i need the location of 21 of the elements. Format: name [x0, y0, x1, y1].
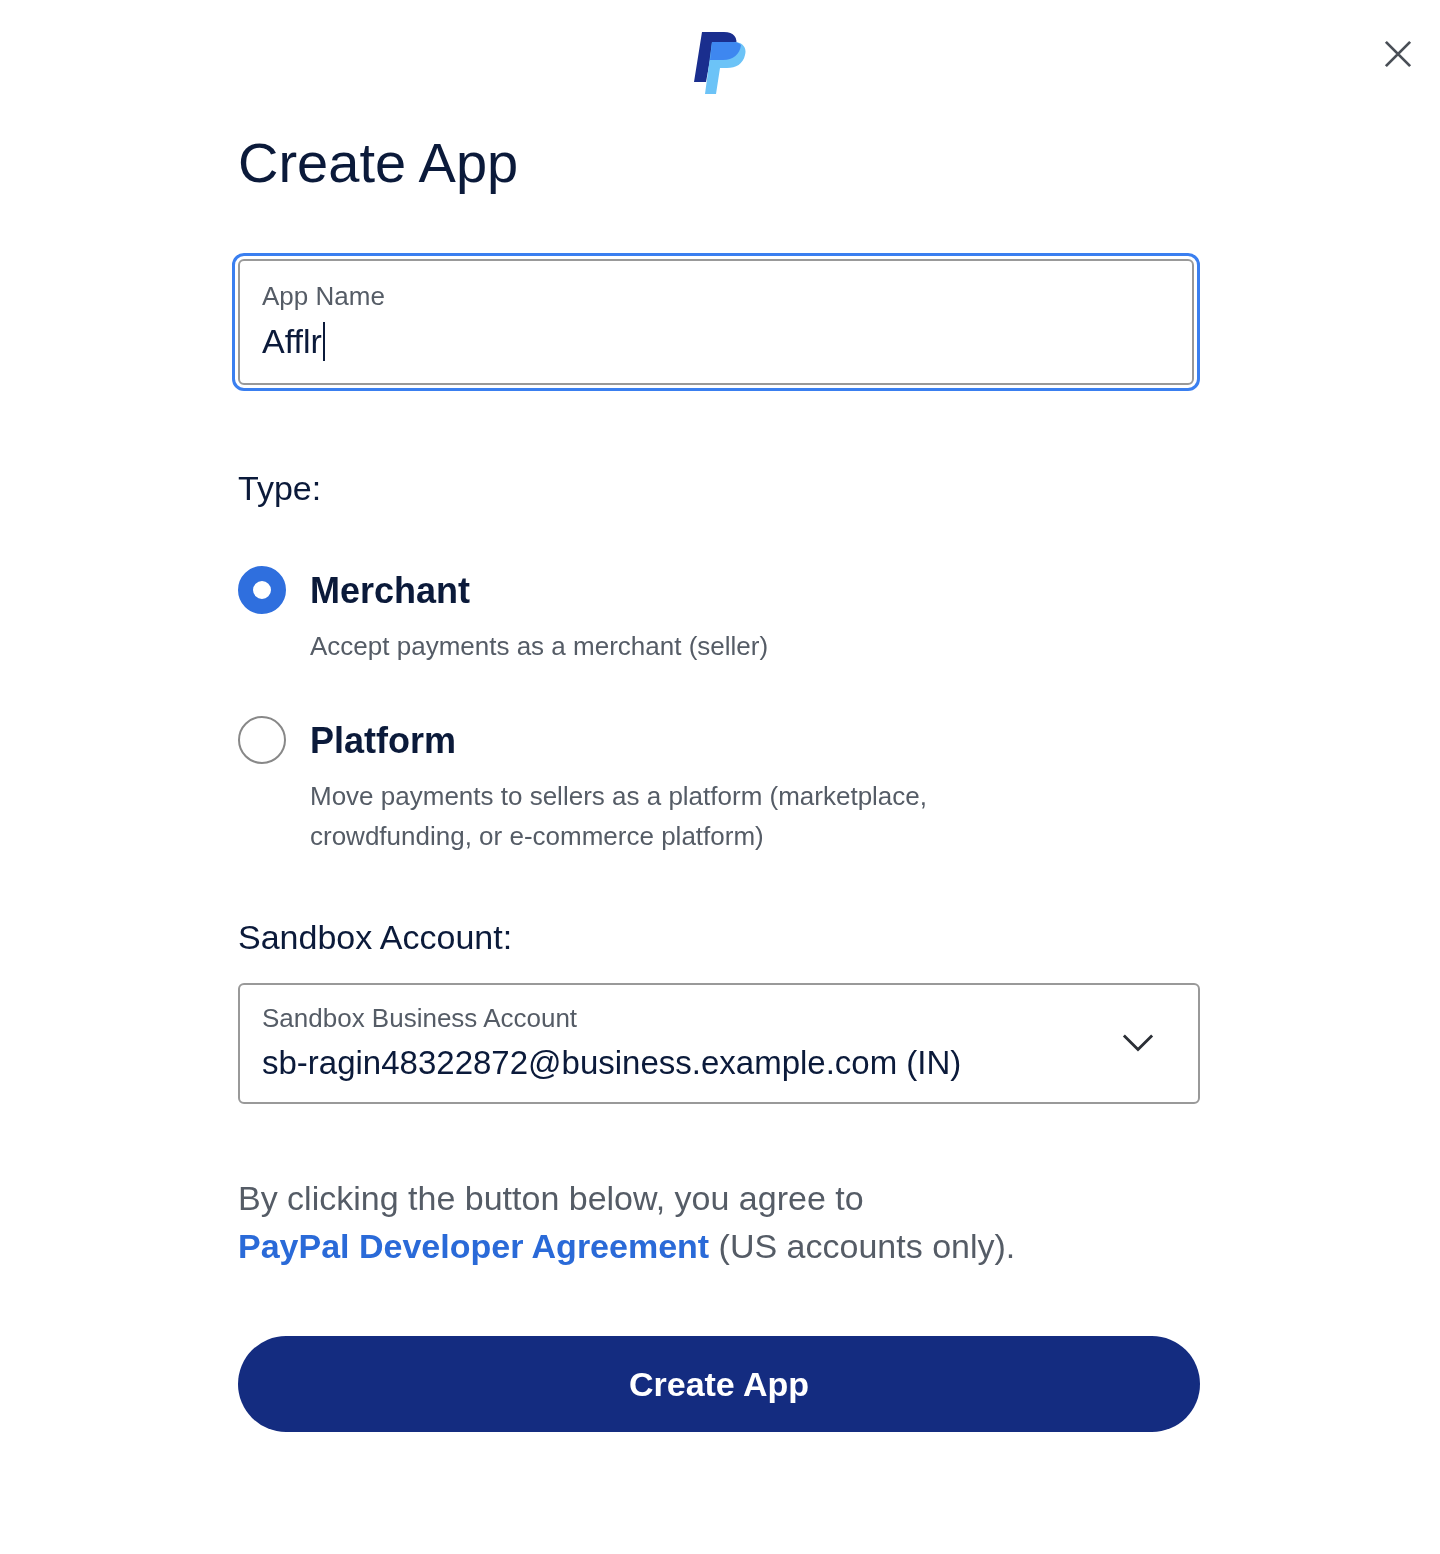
field-value: Afflr	[262, 322, 325, 361]
logo-icon	[694, 32, 746, 94]
close-icon[interactable]	[1384, 40, 1412, 68]
option-description: Move payments to sellers as a platform (marketplace, crowdfunding, or e-commerce platform)	[310, 780, 929, 853]
create-app-button[interactable]: Create App	[238, 1336, 1200, 1432]
option-title: Merchant	[310, 570, 472, 612]
radio-button[interactable]	[238, 566, 286, 614]
option-description: Accept payments as a merchant (seller)	[310, 630, 769, 663]
section-label: Type:	[238, 469, 323, 508]
field-value: sb-ragin48322872@business.example.com (IN)	[262, 1044, 962, 1082]
field-label: Sandbox Business Account	[262, 1003, 579, 1034]
app-name-field[interactable]: App Name Afflr	[232, 253, 1200, 391]
account-dropdown[interactable]: Sandbox Business Account sb-ragin48322872@business.example.com (IN)	[238, 983, 1200, 1104]
agreement-text: By clicking the button below, you agree to PayPal Developer Agreement (US accounts only).	[238, 1178, 1017, 1267]
chevron-down-icon	[1122, 1032, 1154, 1053]
radio-button[interactable]	[238, 716, 286, 764]
agreement-link[interactable]: PayPal Developer Agreement	[238, 1227, 710, 1265]
option-title: Platform	[310, 720, 458, 762]
field-label: App Name	[262, 281, 386, 312]
section-label: Sandbox Account:	[238, 918, 514, 957]
page-title: Create App	[238, 130, 520, 195]
